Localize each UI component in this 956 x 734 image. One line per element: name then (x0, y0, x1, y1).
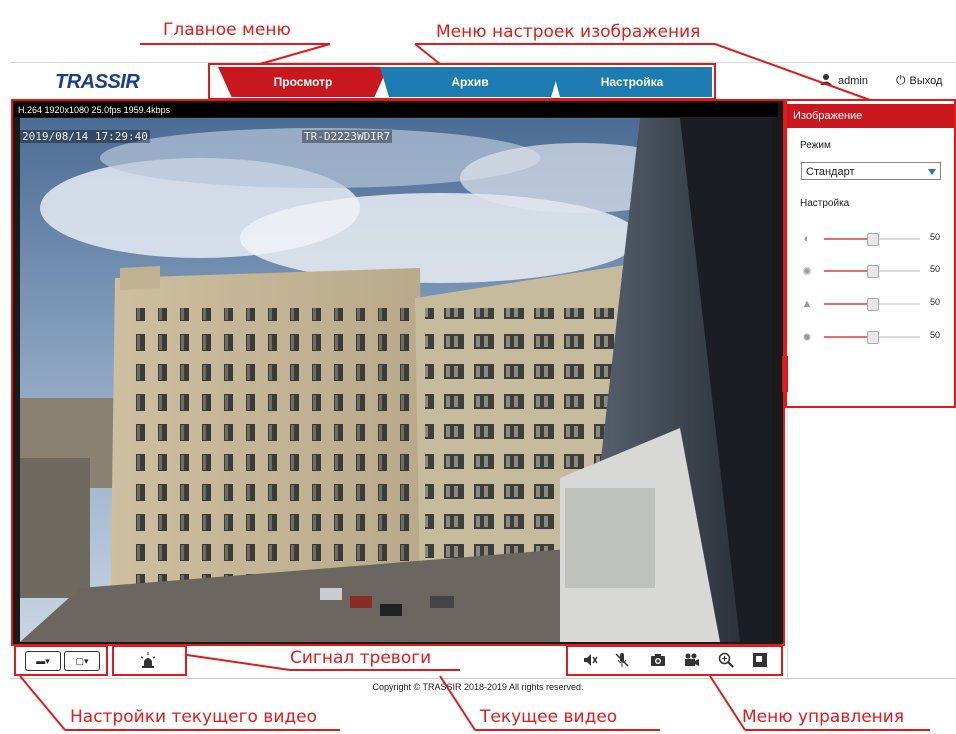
username: admin (838, 74, 868, 87)
label-current-video: Текущее видео (480, 707, 618, 727)
live-video-frame[interactable]: 2019/08/14 17:29:40 TR-D2223WDIR7 (20, 118, 772, 642)
mute-icon[interactable] (582, 652, 598, 668)
label-image-settings-menu: Меню настроек изображения (436, 22, 701, 42)
brightness-icon: ◐ (803, 233, 811, 245)
layout-select-button[interactable]: ▢▾ (64, 651, 100, 671)
zoom-in-icon[interactable] (718, 652, 734, 668)
slider-handle[interactable] (867, 233, 879, 246)
contrast-slider[interactable]: ✺ 50 (800, 264, 950, 278)
tab-settings[interactable]: Настройка (552, 67, 712, 97)
mode-value: Стандарт (806, 166, 855, 178)
mode-select[interactable]: Стандарт (801, 162, 941, 180)
camera-image (20, 118, 772, 642)
chevron-down-icon (928, 169, 936, 175)
alarm-light-icon[interactable] (140, 652, 156, 668)
osd-datetime: 2019/08/14 17:29:40 (20, 130, 150, 143)
snapshot-icon[interactable] (650, 652, 666, 668)
settings-label: Настройка (800, 198, 850, 209)
label-current-video-settings: Настройки текущего видео (70, 707, 317, 727)
slider-value: 50 (930, 264, 941, 274)
logout-button[interactable]: ⏻ Выход (896, 73, 942, 88)
fullscreen-icon[interactable] (752, 652, 768, 668)
slider-track[interactable] (824, 233, 920, 246)
saturation-icon: ✹ (802, 331, 812, 344)
mic-off-icon[interactable] (614, 652, 630, 668)
slider-value: 50 (930, 330, 941, 340)
trassir-logo: TRASSIR (55, 71, 140, 93)
label-main-menu: Главное меню (163, 20, 291, 40)
slider-track[interactable] (824, 265, 920, 278)
copyright-text: Copyright © TRASSIR 2018-2019 All rights… (372, 682, 584, 692)
footer-divider (10, 678, 956, 679)
power-icon: ⏻ (896, 73, 906, 87)
contrast-icon: ✺ (802, 265, 812, 278)
slider-handle[interactable] (867, 331, 879, 344)
tab-view[interactable]: Просмотр (218, 67, 388, 97)
collapse-panel-button[interactable]: › (782, 356, 788, 392)
slider-handle[interactable] (867, 265, 879, 278)
osd-camera-name: TR-D2223WDIR7 (302, 130, 393, 143)
chevron-right-icon: › (783, 369, 787, 379)
saturation-slider[interactable]: ✹ 50 (800, 330, 950, 344)
user-icon (820, 73, 832, 88)
stream-info: H.264 1920x1080 25.0fps 1959.4kbps (14, 103, 778, 117)
brightness-slider[interactable]: ◐ 50 (800, 232, 950, 246)
tab-archive[interactable]: Архив (380, 67, 560, 97)
image-settings-panel (787, 101, 956, 678)
label-control-menu: Меню управления (742, 707, 905, 727)
slider-track[interactable] (824, 331, 920, 344)
stream-select-icon: ▬▾ (36, 655, 50, 666)
panel-title: Изображение (787, 104, 956, 128)
record-icon[interactable] (684, 652, 700, 668)
slider-value: 50 (930, 297, 941, 307)
mode-label: Режим (800, 140, 831, 151)
label-alarm-signal: Сигнал тревоги (290, 648, 432, 668)
slider-value: 50 (930, 232, 941, 242)
layout-select-icon: ▢▾ (75, 655, 89, 666)
stream-select-button[interactable]: ▬▾ (25, 651, 61, 671)
slider-track[interactable] (824, 298, 920, 311)
sharpness-icon: ▲ (801, 298, 813, 310)
logout-label: Выход (909, 74, 943, 87)
slider-handle[interactable] (867, 298, 879, 311)
sharpness-slider[interactable]: ▲ 50 (800, 297, 950, 311)
user-menu[interactable]: admin (820, 73, 868, 88)
